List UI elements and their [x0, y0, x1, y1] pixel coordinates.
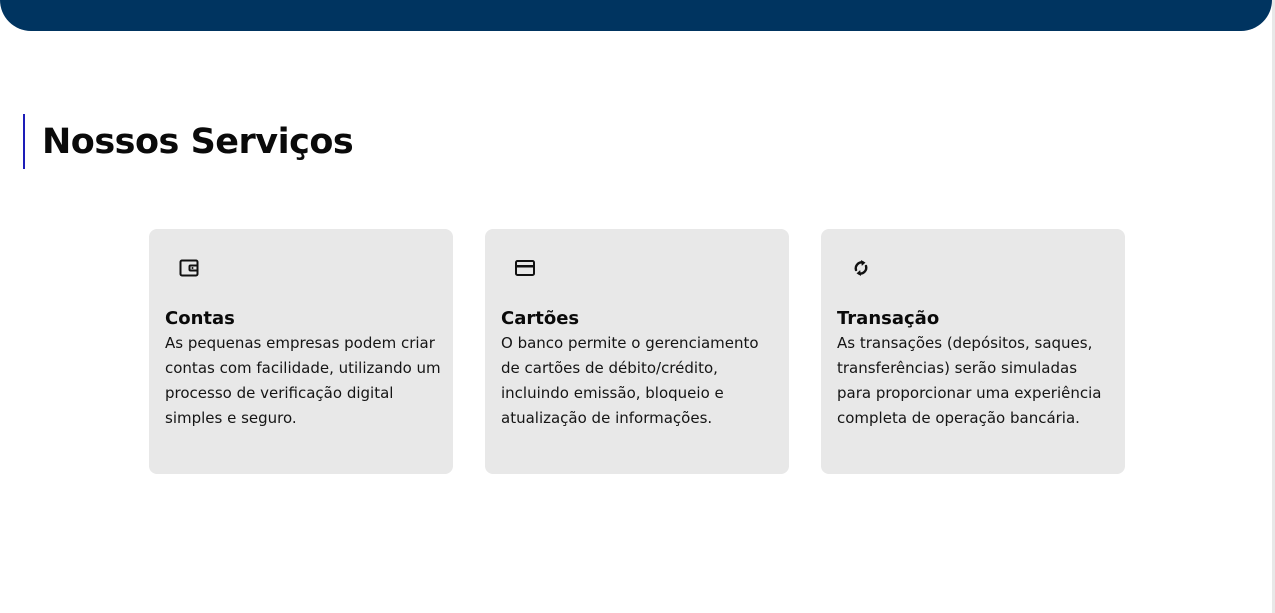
exchange-icon [850, 257, 872, 279]
service-card-title: Transação [837, 308, 940, 329]
wallet-icon [178, 257, 200, 279]
credit-card-icon [514, 257, 536, 279]
service-card-description: As pequenas empresas podem criar contas … [165, 334, 441, 427]
service-card-contas: Contas As pequenas empresas podem criar … [149, 229, 453, 474]
top-banner [0, 0, 1272, 31]
service-card-title: Contas [165, 308, 235, 329]
service-card-description: O banco permite o gerenciamento de cartõ… [501, 334, 759, 427]
services-cards: Contas As pequenas empresas podem criar … [149, 229, 1125, 474]
section-title: Nossos Serviços [42, 121, 354, 162]
service-card-cartoes: Cartões O banco permite o gerenciamento … [485, 229, 789, 474]
section-title-block: Nossos Serviços [23, 114, 354, 169]
service-card-title: Cartões [501, 308, 580, 329]
service-card-description: As transações (depósitos, saques, transf… [837, 334, 1102, 427]
service-card-transacao: Transação As transações (depósitos, saqu… [821, 229, 1125, 474]
page: Nossos Serviços Contas As pequenas empre… [0, 0, 1275, 613]
